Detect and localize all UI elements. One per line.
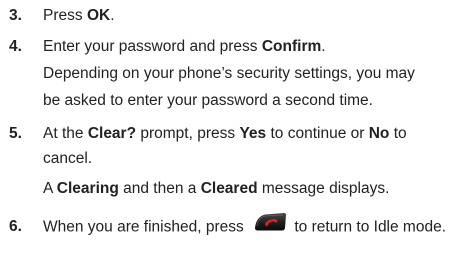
text: A <box>43 180 57 197</box>
text: At the <box>43 125 88 142</box>
text: . <box>110 7 115 24</box>
text: . <box>321 38 326 55</box>
clear-prompt-label: Clear? <box>87 125 137 142</box>
step-line: At the Clear? prompt, press Yes to conti… <box>43 121 407 147</box>
step-number: 3. <box>9 7 22 24</box>
text: to continue or <box>266 125 369 142</box>
step-note-line: Depending on your phone’s security setti… <box>43 61 415 87</box>
text: to <box>389 125 407 142</box>
text: message displays. <box>257 180 390 197</box>
text: Enter your password and press <box>43 38 262 55</box>
step-line: Enter your password and press Confirm. <box>43 34 326 60</box>
step-3: 3. Press OK. <box>0 3 475 29</box>
confirm-label: Confirm <box>261 38 322 55</box>
end-call-key-icon <box>253 212 287 243</box>
text: be asked to enter your password a second… <box>43 92 373 109</box>
step-line: When you are finished, press to return t… <box>43 212 446 243</box>
step-4: 4. Enter your password and press Confirm… <box>0 34 475 114</box>
text: to return to Idle mode. <box>290 218 447 236</box>
text: prompt, press <box>136 125 240 142</box>
yes-label: Yes <box>239 125 267 142</box>
step-number: 4. <box>9 38 22 55</box>
step-note-line: be asked to enter your password a second… <box>43 88 373 114</box>
step-note-line: A Clearing and then a Cleared message di… <box>43 176 389 202</box>
text: cancel. <box>43 150 93 167</box>
step-line: cancel. <box>43 146 92 172</box>
text: Press <box>43 7 87 24</box>
step-6: 6. When you are finished, press to retur… <box>0 212 475 242</box>
step-number: 5. <box>9 125 22 142</box>
step-number: 6. <box>9 218 22 235</box>
no-label: No <box>368 125 390 142</box>
step-line: Press OK. <box>43 3 115 29</box>
text: When you are finished, press <box>43 218 249 236</box>
cleared-label: Cleared <box>200 180 258 197</box>
text: and then a <box>118 180 201 197</box>
step-5: 5. At the Clear? prompt, press Yes to co… <box>0 121 475 203</box>
clearing-label: Clearing <box>56 180 119 197</box>
text: Depending on your phone’s security setti… <box>43 65 415 82</box>
ok-label: OK <box>86 7 111 24</box>
